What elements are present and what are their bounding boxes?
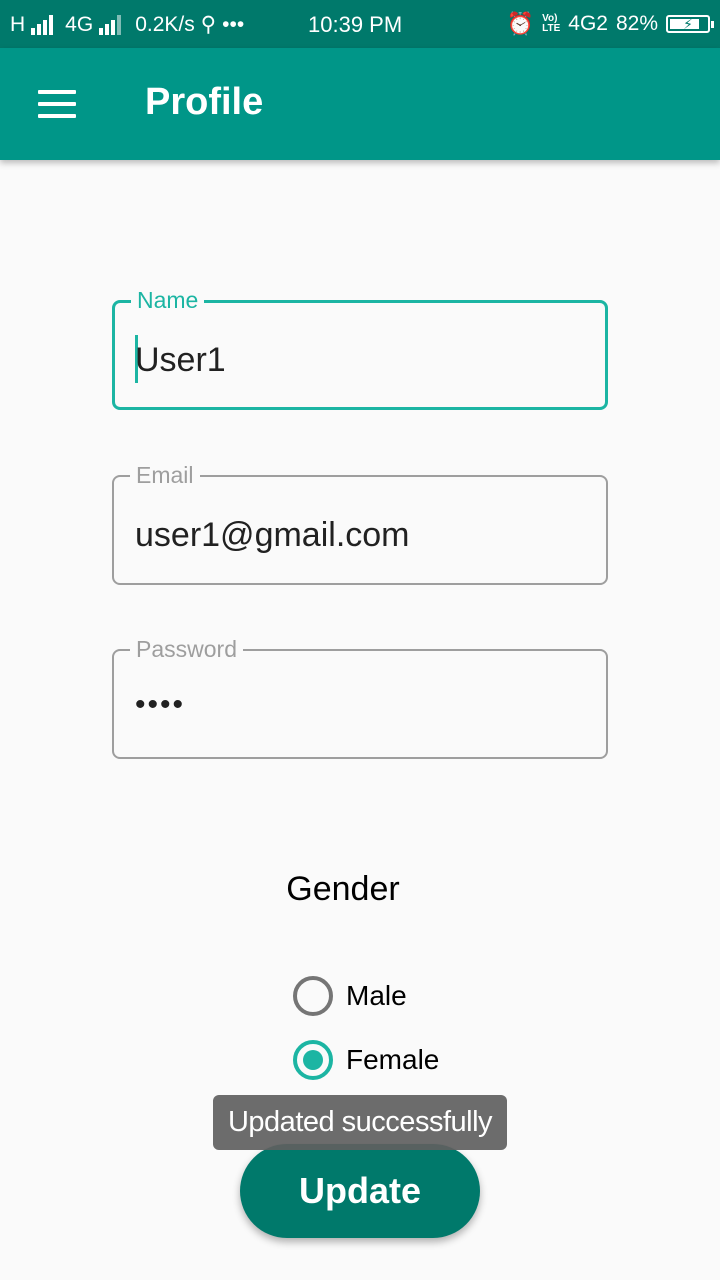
battery-icon: ⚡ (666, 15, 714, 33)
alarm-icon: ⏰ (506, 11, 535, 36)
email-field-value[interactable]: user1@gmail.com (135, 515, 410, 555)
name-field-label: Name (131, 286, 205, 314)
gender-option-label: Female (346, 1044, 440, 1075)
volte-icon: Vo) LTE (542, 14, 560, 34)
network-4g-label: 4G (65, 12, 94, 36)
toast-message: Updated successfully (213, 1095, 507, 1150)
charging-icon: ⚡ (683, 16, 693, 32)
email-field-label: Email (130, 461, 200, 489)
radio-button-female[interactable] (293, 1040, 333, 1080)
name-field-value[interactable]: User1 (135, 340, 226, 380)
network-h-label: H (10, 12, 26, 36)
network-speed: 0.2K/s (135, 12, 195, 36)
volte-bottom: LTE (542, 23, 561, 34)
app-bar: Profile (0, 48, 720, 160)
name-field[interactable]: Name User1 (112, 286, 608, 410)
status-left: H 4G 0.2K/s ⚲ ••• (10, 12, 244, 37)
battery-percent: 82% (615, 12, 658, 35)
password-field-value[interactable]: •••• (135, 685, 185, 725)
gender-title: Gender (286, 870, 400, 908)
gender-option-female[interactable]: Female (293, 1040, 439, 1080)
usb-icon: ⚲ (200, 13, 217, 36)
hamburger-menu-icon[interactable] (38, 90, 76, 118)
signal-icon-2 (99, 14, 122, 35)
page-title: Profile (145, 81, 264, 123)
status-time: 10:39 PM (308, 12, 403, 37)
gender-option-label: Male (346, 980, 407, 1011)
password-field-label: Password (130, 635, 243, 663)
more-notifications-icon: ••• (222, 12, 245, 36)
password-field[interactable]: Password •••• (112, 635, 608, 759)
update-button[interactable]: Update (240, 1144, 480, 1238)
gender-option-male[interactable]: Male (293, 976, 407, 1016)
network-4g2-label: 4G2 (568, 12, 608, 35)
status-bar: H 4G 0.2K/s ⚲ ••• 10:39 PM ⏰ Vo) LTE 4G2… (0, 0, 720, 48)
status-right: ⏰ Vo) LTE 4G2 82% ⚡ (506, 11, 714, 37)
email-field[interactable]: Email user1@gmail.com (112, 461, 608, 585)
radio-button-male[interactable] (293, 976, 333, 1016)
signal-icon (31, 14, 54, 35)
